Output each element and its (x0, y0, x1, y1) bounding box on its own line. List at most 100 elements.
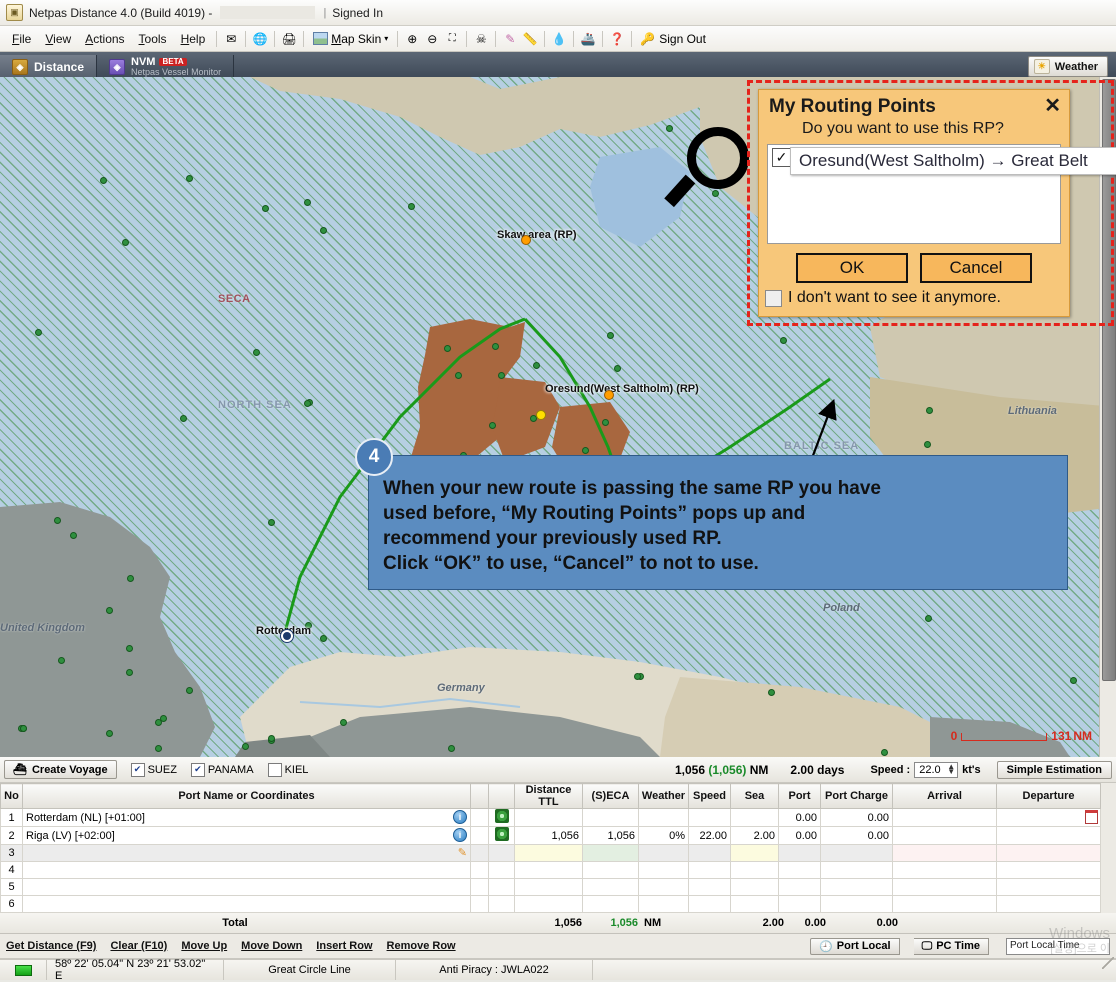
cell-port-value[interactable] (778, 844, 821, 862)
zoom-out-icon[interactable]: ⊖ (422, 29, 442, 48)
mail-icon[interactable]: ✉ (221, 29, 241, 48)
cell-speed[interactable] (688, 861, 731, 879)
checkbox-panama[interactable]: ✔ (190, 762, 205, 777)
col-seca[interactable]: (S)ECA (582, 783, 639, 809)
cancel-button[interactable]: Cancel (920, 253, 1032, 283)
cell-port-charge[interactable] (820, 878, 893, 896)
cell-port[interactable]: Riga (LV) [+02:00] i (22, 826, 471, 845)
link-get-distance[interactable]: Get Distance (F9) (6, 940, 96, 952)
speed-stepper-arrows[interactable]: ▲ ▼ (947, 762, 955, 775)
cell-port-charge[interactable] (820, 844, 893, 862)
info-icon[interactable]: i (453, 810, 467, 824)
cell-speed[interactable] (688, 895, 731, 913)
cell-speed[interactable] (688, 844, 731, 862)
col-speed[interactable]: Speed (688, 783, 731, 809)
cell-port-value[interactable] (778, 878, 821, 896)
col-distance-ttl[interactable]: Distance TTL (514, 783, 583, 809)
print-icon[interactable]: 🖨 (279, 29, 299, 48)
piracy-icon[interactable]: ☠ (471, 29, 491, 48)
link-move-down[interactable]: Move Down (241, 940, 302, 952)
help-icon[interactable]: ❓ (607, 29, 627, 48)
cell-target[interactable] (488, 861, 515, 879)
cell-port-value[interactable]: 0.00 (778, 808, 821, 827)
map-port-dot-rotterdam[interactable] (281, 630, 293, 642)
menu-help[interactable]: Help (174, 29, 213, 49)
map-rp-dot-skaw[interactable] (521, 235, 531, 245)
cell-port-charge[interactable] (820, 861, 893, 879)
cell-sea[interactable] (730, 878, 779, 896)
cell-target[interactable] (488, 895, 515, 913)
cell-sea[interactable] (730, 895, 779, 913)
target-icon[interactable] (494, 809, 509, 823)
col-port-name[interactable]: Port Name or Coordinates (22, 783, 471, 809)
canal-checkbox-kiel[interactable]: KIEL (267, 762, 308, 777)
cell-port[interactable] (22, 861, 471, 879)
table-row[interactable]: 4 (0, 861, 1101, 879)
cell-target[interactable] (488, 878, 515, 896)
create-voyage-button[interactable]: ⛴ Create Voyage (4, 760, 117, 779)
col-no[interactable]: No (0, 783, 23, 809)
cell-port[interactable]: Rotterdam (NL) [+01:00] i (22, 808, 471, 827)
col-target[interactable] (488, 783, 515, 809)
zoom-in-icon[interactable]: ⊕ (402, 29, 422, 48)
simple-estimation-button[interactable]: Simple Estimation (996, 760, 1112, 779)
cell-arrival[interactable] (892, 895, 997, 913)
checkbox-kiel[interactable] (267, 762, 282, 777)
cell-port[interactable] (22, 878, 471, 896)
col-arrival[interactable]: Arrival (892, 783, 997, 809)
close-icon[interactable]: ✕ (1044, 96, 1061, 116)
cell-sea[interactable] (730, 808, 779, 827)
water-drop-icon[interactable]: 💧 (549, 29, 569, 48)
cell-port[interactable] (22, 895, 471, 913)
weather-button[interactable]: ☀ Weather (1027, 56, 1108, 77)
map-rp-dot-oresund[interactable] (604, 390, 614, 400)
tab-distance[interactable]: ◈ Distance (0, 55, 98, 79)
cell-departure[interactable] (996, 861, 1101, 879)
cell-arrival[interactable] (892, 878, 997, 896)
vessel-icon[interactable]: 🚢 (578, 29, 598, 48)
menu-file[interactable]: FFileile (5, 29, 38, 49)
cell-sea[interactable]: 2.00 (730, 826, 779, 845)
cell-port[interactable]: ✎ (22, 844, 471, 862)
dont-show-again-checkbox[interactable] (765, 289, 782, 307)
cell-departure[interactable] (996, 895, 1101, 913)
cell-speed[interactable] (688, 878, 731, 896)
tab-nvm[interactable]: ◈ NVM BETA Netpas Vessel Monitor (97, 55, 235, 79)
table-row[interactable]: 2 Riga (LV) [+02:00] i 1,056 1,056 0% 22… (0, 826, 1101, 845)
col-port[interactable]: Port (778, 783, 821, 809)
cell-speed[interactable] (688, 808, 731, 827)
menu-actions[interactable]: Actions (78, 29, 131, 49)
link-insert-row[interactable]: Insert Row (316, 940, 372, 952)
table-row[interactable]: 5 (0, 878, 1101, 896)
speed-value[interactable]: 22.0 (919, 764, 947, 776)
pencil-icon[interactable]: ✎ (458, 846, 467, 859)
map-skin-menu[interactable]: Map Skin ▾ (308, 30, 393, 48)
col-weather[interactable]: Weather (638, 783, 689, 809)
cell-target[interactable] (488, 826, 515, 845)
sign-out-button[interactable]: 🔑 Sign Out (636, 30, 710, 48)
col-sea[interactable]: Sea (730, 783, 779, 809)
port-local-toggle[interactable]: 🕘 Port Local (810, 937, 900, 955)
table-row[interactable]: 1 Rotterdam (NL) [+01:00] i 0.00 0.00 (0, 808, 1101, 827)
map-waypoint-dot[interactable] (536, 410, 546, 420)
cell-port-value[interactable]: 0.00 (778, 826, 821, 845)
edit-route-icon[interactable]: ✎ (500, 29, 520, 48)
cell-arrival[interactable] (892, 808, 997, 827)
canal-checkbox-panama[interactable]: ✔ PANAMA (190, 762, 254, 777)
cell-departure[interactable] (996, 844, 1101, 862)
cell-arrival[interactable] (892, 844, 997, 862)
link-clear[interactable]: Clear (F10) (110, 940, 167, 952)
cell-departure[interactable] (996, 808, 1101, 827)
link-remove-row[interactable]: Remove Row (387, 940, 456, 952)
routing-point-checkbox[interactable]: ✓ (772, 148, 791, 167)
fit-screen-icon[interactable]: ⛶ (442, 29, 462, 48)
ok-button[interactable]: OK (796, 253, 908, 283)
link-move-up[interactable]: Move Up (181, 940, 227, 952)
globe-icon[interactable]: 🌐 (250, 29, 270, 48)
cell-port-value[interactable] (778, 861, 821, 879)
checkbox-suez[interactable]: ✔ (130, 762, 145, 777)
cell-port-value[interactable] (778, 895, 821, 913)
cell-port-charge[interactable] (820, 895, 893, 913)
cell-sea[interactable] (730, 844, 779, 862)
resize-grip[interactable] (1102, 957, 1114, 969)
